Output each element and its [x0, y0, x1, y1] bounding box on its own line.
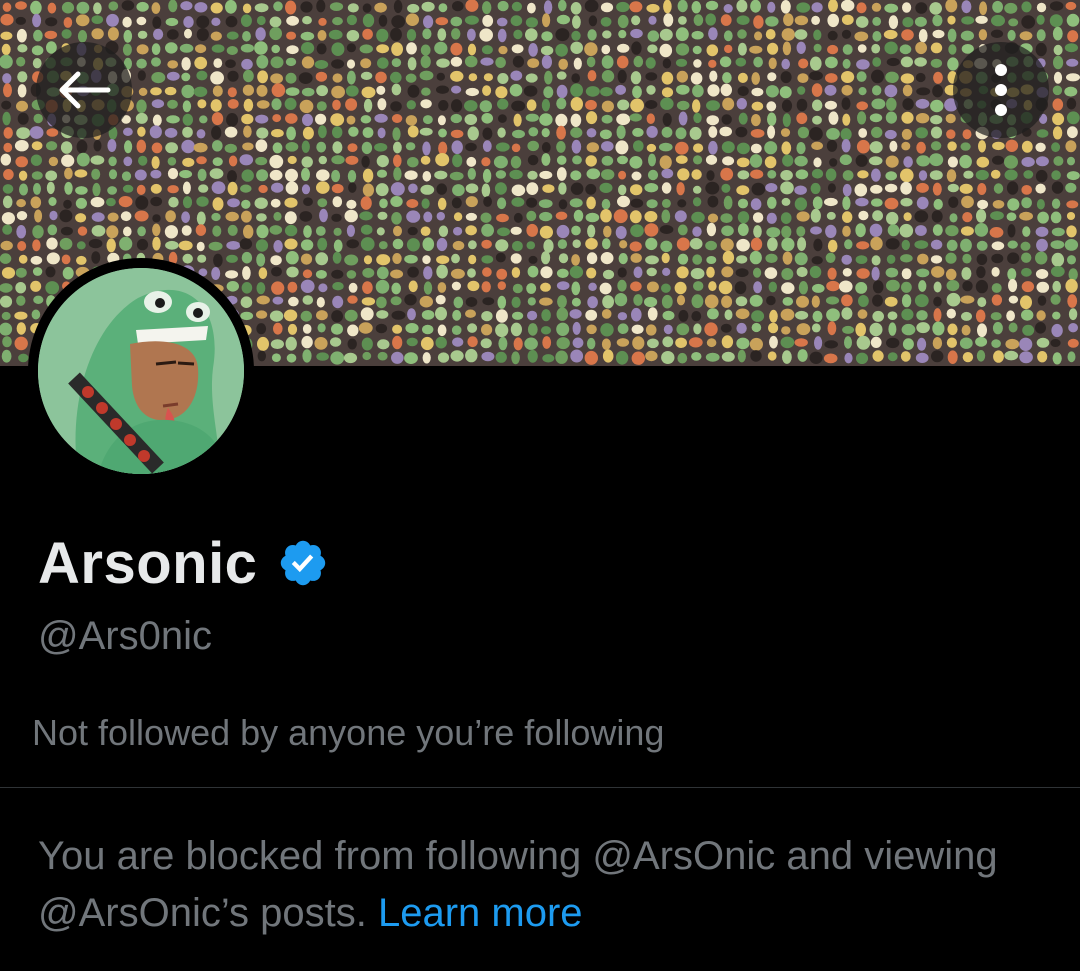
avatar-image: [38, 268, 244, 474]
profile-handle: @Ars0nic: [38, 614, 212, 658]
blocked-notice: You are blocked from following @ArsOnic …: [38, 828, 1038, 942]
more-options-button[interactable]: [953, 42, 1049, 138]
arrow-left-icon: [59, 71, 111, 109]
verified-badge-icon[interactable]: [277, 537, 329, 589]
divider: [0, 787, 1080, 788]
followers-you-know[interactable]: Not followed by anyone you’re following: [32, 712, 664, 754]
learn-more-link[interactable]: Learn more: [378, 891, 583, 935]
back-button[interactable]: [36, 42, 132, 138]
display-name: Arsonic: [38, 530, 258, 596]
profile-name-row: Arsonic: [38, 528, 329, 598]
avatar: [38, 268, 244, 474]
avatar-frame[interactable]: [28, 258, 254, 484]
more-vertical-icon: [995, 64, 1007, 116]
